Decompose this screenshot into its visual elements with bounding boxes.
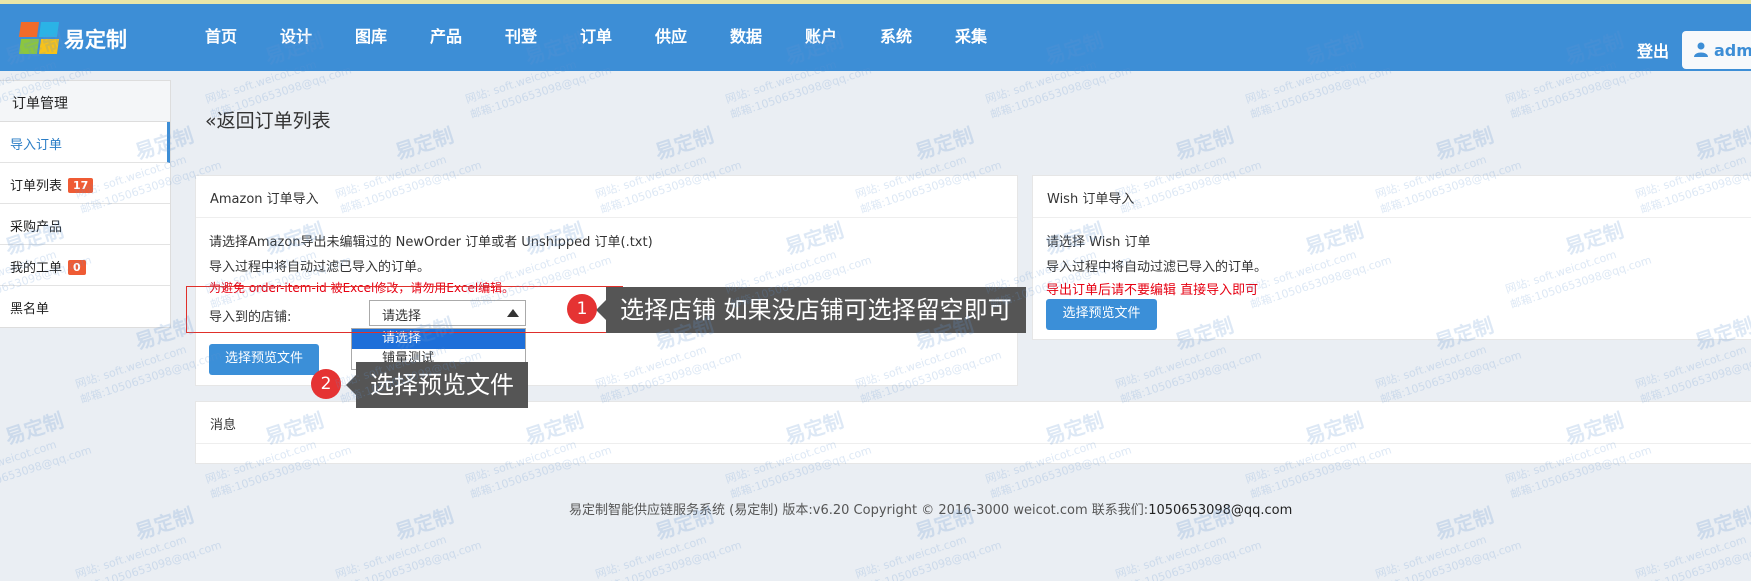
user-name: adm	[1714, 41, 1751, 60]
watermark-mail: 邮箱:1050653098@qq.com	[1378, 348, 1524, 407]
sidebar-item-label: 采购产品	[10, 220, 63, 235]
watermark-site: 网站: soft.weicot.com	[1373, 342, 1489, 392]
watermark-mail: 邮箱:1050653098@qq.com	[1638, 348, 1751, 407]
nav-item-listing[interactable]: 刊登	[505, 4, 580, 71]
sidebar-item-label: 订单列表	[10, 179, 63, 194]
nav-item-home[interactable]: 首页	[205, 4, 280, 71]
watermark-stamp: 易定制网站: soft.weicot.com邮箱:1050653098@qq.c…	[324, 494, 483, 581]
divider	[1033, 217, 1751, 218]
watermark-site: 网站: soft.weicot.com	[1633, 342, 1749, 392]
brand-name[interactable]: 易定制	[64, 24, 127, 54]
sidebar-item-label: 导入订单	[10, 138, 63, 153]
sidebar-title: 订单管理	[0, 81, 170, 122]
divider	[196, 217, 1017, 218]
brand-logo-icon[interactable]	[18, 20, 60, 56]
wish-edit-warning: 导出订单后请不要编辑 直接导入即可	[1046, 283, 1259, 298]
watermark-brand: 易定制	[911, 122, 977, 165]
watermark-site: 网站: soft.weicot.com	[593, 532, 709, 581]
nav-item-products[interactable]: 产品	[430, 4, 505, 71]
watermark-brand: 易定制	[391, 502, 457, 545]
watermark-mail: 邮箱:1050653098@qq.com	[1118, 538, 1264, 581]
sidebar-item-label: 黑名单	[10, 302, 50, 317]
watermark-mail: 邮箱:1050653098@qq.com	[338, 538, 484, 581]
annotation-number-1: 1	[567, 294, 597, 324]
watermark-brand: 易定制	[131, 502, 197, 545]
watermark-brand: 易定制	[1691, 502, 1751, 545]
watermark-mail: 邮箱:1050653098@qq.com	[0, 443, 94, 502]
nav-item-collect[interactable]: 采集	[955, 4, 1030, 71]
watermark-site: 网站: soft.weicot.com	[1633, 532, 1749, 581]
wish-select-preview-file-button[interactable]: 选择预览文件	[1046, 299, 1157, 330]
watermark-site: 网站: soft.weicot.com	[73, 532, 189, 581]
watermark-brand: 易定制	[1691, 122, 1751, 165]
watermark-stamp: 易定制网站: soft.weicot.com邮箱:1050653098@qq.c…	[64, 494, 223, 581]
sidebar-item-import-orders[interactable]: 导入订单	[0, 122, 170, 163]
footer: 易定制智能供应链服务系统 (易定制) 版本:v6.20 Copyright © …	[569, 499, 1292, 518]
annotation-callout-2: 选择预览文件	[346, 362, 528, 408]
sidebar-item-label: 我的工单	[10, 261, 63, 276]
store-highlight-box	[186, 286, 623, 333]
watermark-brand: 易定制	[651, 122, 717, 165]
wish-instruction: 请选择 Wish 订单	[1046, 235, 1151, 250]
nav-item-design[interactable]: 设计	[280, 4, 355, 71]
watermark-brand: 易定制	[1, 407, 67, 450]
watermark-mail: 邮箱:1050653098@qq.com	[78, 538, 224, 581]
nav-item-system[interactable]: 系统	[880, 4, 955, 71]
user-icon	[1694, 42, 1708, 57]
panel-title: 消息	[210, 418, 237, 433]
watermark-site: 网站: soft.weicot.com	[853, 532, 969, 581]
nav-item-account[interactable]: 账户	[805, 4, 880, 71]
panel-title: Wish 订单导入	[1047, 192, 1135, 207]
watermark-site: 网站: soft.weicot.com	[1113, 532, 1229, 581]
logout-link[interactable]: 登出	[1637, 38, 1669, 62]
back-to-order-list-link[interactable]: «返回订单列表	[205, 106, 331, 133]
watermark-brand: 易定制	[1171, 122, 1237, 165]
annotation-callout-1: 选择店铺 如果没店铺可选择留空即可	[596, 287, 1026, 333]
watermark-stamp: 易定制网站: soft.weicot.com邮箱:1050653098@qq.c…	[1364, 494, 1523, 581]
amazon-instruction: 请选择Amazon导出未编辑过的 NewOrder 订单或者 Unshipped…	[209, 235, 653, 250]
main-nav: 首页 设计 图库 产品 刊登 订单 供应 数据 账户 系统 采集	[205, 4, 1030, 71]
watermark-mail: 邮箱:1050653098@qq.com	[1378, 538, 1524, 581]
watermark-mail: 邮箱:1050653098@qq.com	[1118, 348, 1264, 407]
nav-item-supply[interactable]: 供应	[655, 4, 730, 71]
sidebar-item-my-tickets[interactable]: 我的工单 0	[0, 245, 170, 286]
watermark-brand: 易定制	[391, 122, 457, 165]
annotation-number-2: 2	[311, 369, 341, 399]
watermark-brand: 易定制	[1431, 122, 1497, 165]
wish-filter-note: 导入过程中将自动过滤已导入的订单。	[1046, 260, 1268, 275]
watermark-mail: 邮箱:1050653098@qq.com	[598, 538, 744, 581]
sidebar-item-purchase-products[interactable]: 采购产品	[0, 204, 170, 245]
amazon-select-preview-file-button[interactable]: 选择预览文件	[209, 344, 319, 375]
watermark-site: 网站: soft.weicot.com	[1373, 532, 1489, 581]
nav-item-gallery[interactable]: 图库	[355, 4, 430, 71]
divider	[196, 443, 1751, 444]
sidebar: 订单管理 导入订单 订单列表 17 采购产品 我的工单 0 黑名单	[0, 80, 171, 328]
watermark-mail: 邮箱:1050653098@qq.com	[858, 538, 1004, 581]
top-navbar: 易定制 首页 设计 图库 产品 刊登 订单 供应 数据 账户 系统 采集 登出 …	[0, 4, 1751, 71]
watermark-brand: 易定制	[1431, 502, 1497, 545]
watermark-site: 网站: soft.weicot.com	[1113, 342, 1229, 392]
amazon-filter-note: 导入过程中将自动过滤已导入的订单。	[209, 260, 431, 275]
watermark-site: 网站: soft.weicot.com	[333, 532, 449, 581]
messages-panel: 消息	[195, 401, 1751, 464]
watermark-site: 网站: soft.weicot.com	[0, 437, 59, 486]
watermark-stamp: 易定制网站: soft.weicot.com邮箱:1050653098@qq.c…	[0, 399, 93, 503]
footer-contact-email[interactable]: 1050653098@qq.com	[1148, 503, 1292, 518]
nav-item-data[interactable]: 数据	[730, 4, 805, 71]
sidebar-item-blacklist[interactable]: 黑名单	[0, 286, 170, 327]
footer-copyright: 易定制智能供应链服务系统 (易定制) 版本:v6.20 Copyright © …	[569, 503, 1149, 518]
panel-title: Amazon 订单导入	[210, 192, 319, 207]
watermark-mail: 邮箱:1050653098@qq.com	[1638, 538, 1751, 581]
ticket-count-badge: 0	[68, 260, 86, 275]
order-count-badge: 17	[68, 178, 94, 193]
user-menu-button[interactable]: adm	[1682, 31, 1751, 69]
nav-item-orders[interactable]: 订单	[580, 4, 655, 71]
sidebar-item-order-list[interactable]: 订单列表 17	[0, 163, 170, 204]
watermark-stamp: 易定制网站: soft.weicot.com邮箱:1050653098@qq.c…	[1624, 494, 1751, 581]
